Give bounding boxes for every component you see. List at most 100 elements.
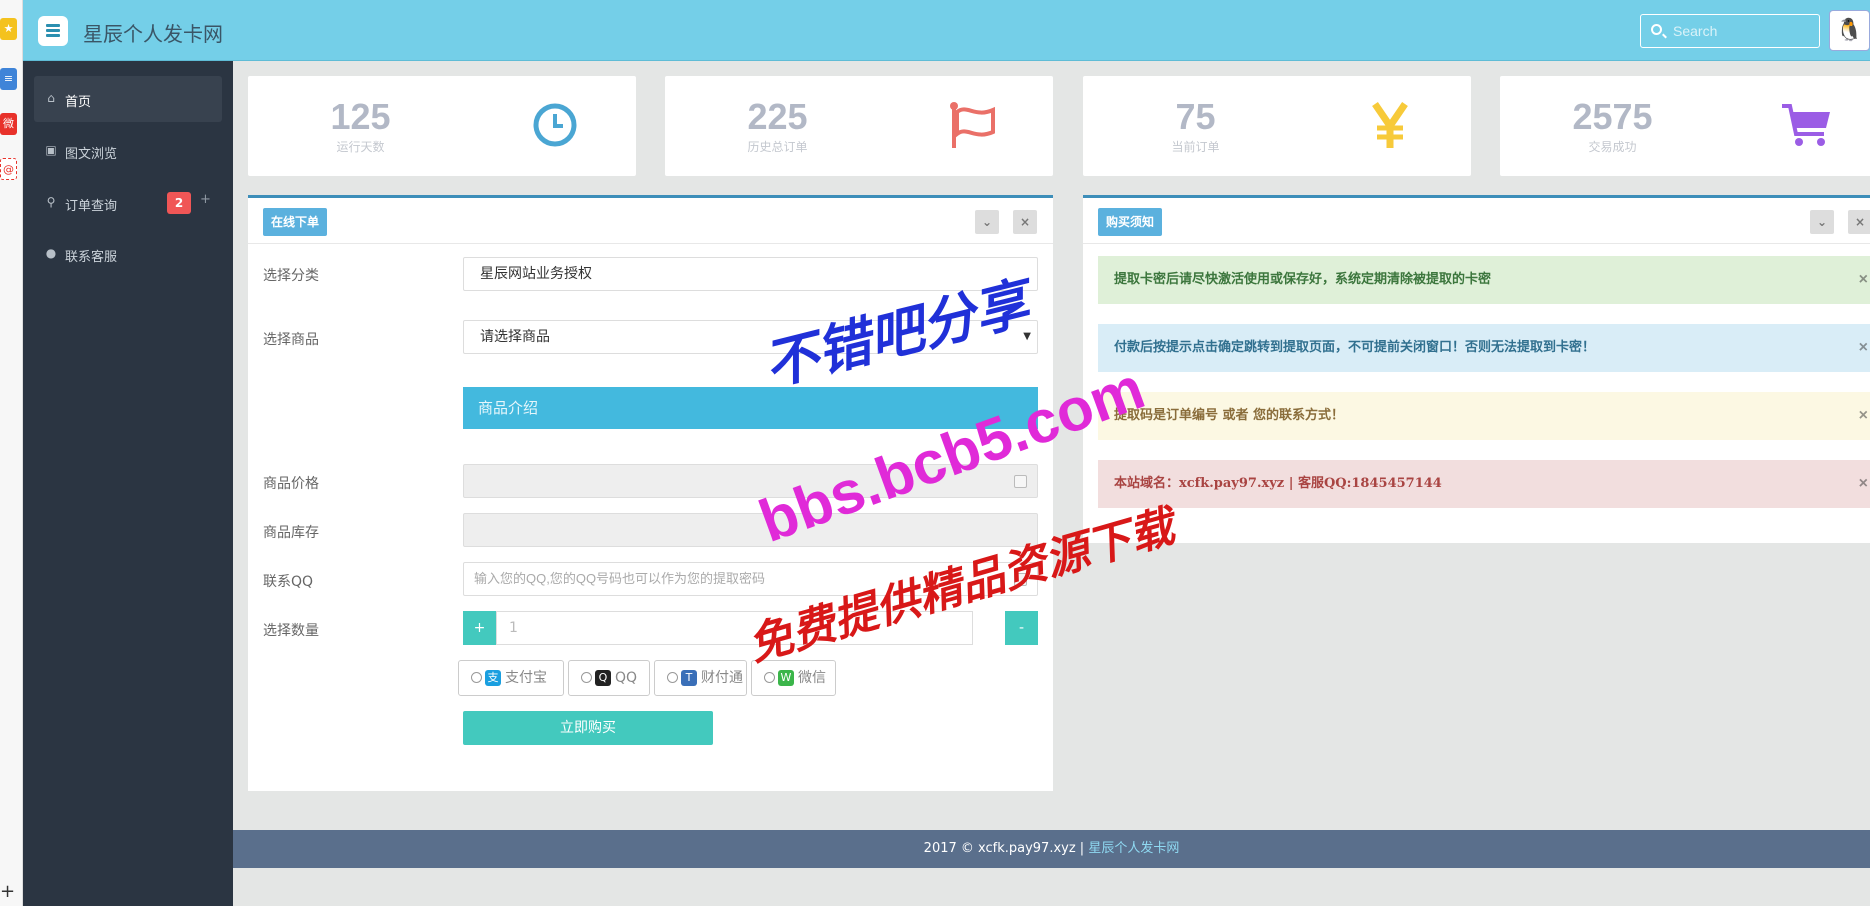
tenpay-icon: T [681,670,697,686]
yen-icon [1372,102,1408,148]
close-icon[interactable]: × [1859,460,1868,508]
stat-label: 交易成功 [1588,140,1637,154]
book-icon [1014,475,1027,488]
mail-icon[interactable]: @ [0,158,17,180]
sidebar-item-order-query[interactable]: ⚲ 订单查询 2 + [34,180,222,226]
stat-label: 当前订单 [1171,140,1220,154]
sidebar: ⌂ 首页 ▣ 图文浏览 ⚲ 订单查询 2 + ● 联系客服 [23,61,233,906]
clock-icon [533,103,577,147]
radio-button[interactable] [667,672,678,683]
alert-success: 提取卡密后请尽快激活使用或保存好，系统定期清除被提取的卡密 × [1098,256,1870,304]
browser-sidebar-strip: ★ ≡ 微 @ + [0,0,23,906]
panel-divider [248,243,1053,244]
payment-label: 财付通 [701,670,743,686]
quantity-increase-button[interactable]: + [463,611,496,645]
image-icon: ▣ [45,143,57,157]
radio-button[interactable] [471,672,482,683]
weibo-icon[interactable]: 微 [0,113,17,135]
product-label: 选择商品 [263,332,319,348]
alipay-icon: 支 [485,670,501,686]
payment-label: 微信 [798,670,826,686]
price-field [463,464,1038,498]
quantity-input[interactable]: 1 [496,611,973,645]
radio-button[interactable] [764,672,775,683]
stat-value: 225 [747,96,808,137]
close-button[interactable]: × [1848,210,1870,234]
qq-field[interactable] [463,562,1038,596]
close-icon[interactable]: × [1859,392,1868,440]
close-icon[interactable]: × [1859,324,1868,372]
home-icon: ⌂ [47,91,55,105]
alert-warning: 提取码是订单编号 或者 您的联系方式！ × [1098,392,1870,440]
user-avatar[interactable]: 🐧 [1829,10,1870,51]
price-label: 商品价格 [263,476,319,492]
collapse-button[interactable]: ⌄ [975,210,999,234]
quantity-label: 选择数量 [263,623,319,639]
search-box[interactable] [1640,14,1820,48]
book-icon [1014,573,1027,586]
search-input[interactable] [1673,21,1813,41]
menu-toggle-button[interactable] [38,16,68,46]
category-select-value: 星辰网站业务授权 [480,266,592,282]
stock-label: 商品库存 [263,525,319,541]
collapse-button[interactable]: ⌄ [1810,210,1834,234]
payment-label: QQ [615,670,638,686]
qq-icon: Q [595,670,611,686]
footer: 2017 © xcfk.pay97.xyz | 星辰个人发卡网 [233,830,1870,868]
sidebar-item-label: 订单查询 [65,199,118,214]
sidebar-item-gallery[interactable]: ▣ 图文浏览 [34,128,222,174]
category-select[interactable]: 星辰网站业务授权 [463,257,1038,291]
sidebar-item-label: 首页 [65,95,92,110]
stat-label: 历史总订单 [747,140,808,154]
stat-card-run-days: 125 运行天数 [248,76,636,176]
user-icon: ● [45,246,57,260]
alert-text: 付款后按提示点击确定跳转到提取页面，不可提前关闭窗口！否则无法提取到卡密！ [1114,340,1596,355]
payment-option-qq[interactable]: Q QQ [568,660,650,696]
notice-panel: 购买须知 ⌄ × 提取卡密后请尽快激活使用或保存好，系统定期清除被提取的卡密 ×… [1083,195,1870,543]
alert-info: 付款后按提示点击确定跳转到提取页面，不可提前关闭窗口！否则无法提取到卡密！ × [1098,324,1870,372]
sidebar-item-label: 联系客服 [65,250,118,265]
radio-button[interactable] [581,672,592,683]
stat-value: 75 [1175,96,1216,137]
wechat-icon: W [778,670,794,686]
qq-input[interactable] [474,571,994,586]
panel-title: 购买须知 [1098,208,1163,236]
sidebar-item-support[interactable]: ● 联系客服 [34,231,222,277]
flag-icon [950,102,995,148]
site-title[interactable]: 星辰个人发卡网 [83,18,223,47]
alert-text: 提取码是订单编号 或者 您的联系方式！ [1114,408,1345,423]
stat-card-successful-trades: 2575 交易成功 [1500,76,1870,176]
payment-option-tenpay[interactable]: T 财付通 [654,660,747,696]
stat-card-total-orders: 225 历史总订单 [665,76,1053,176]
stat-card-current-orders: 75 当前订单 [1083,76,1471,176]
product-intro-bar: 商品介绍 [463,387,1038,429]
search-icon: ⚲ [46,195,56,209]
document-icon[interactable]: ≡ [0,68,17,90]
top-header: 星辰个人发卡网 🐧 [23,0,1870,61]
category-label: 选择分类 [263,268,319,284]
alert-text: 提取卡密后请尽快激活使用或保存好，系统定期清除被提取的卡密 [1114,272,1492,287]
payment-option-alipay[interactable]: 支 支付宝 [458,660,564,696]
sidebar-item-home[interactable]: ⌂ 首页 [34,76,222,122]
stat-value: 125 [330,96,391,137]
stock-field [463,513,1038,547]
expand-plus-icon[interactable]: + [200,192,211,207]
close-icon[interactable]: × [1859,256,1868,304]
cart-icon [1782,104,1830,146]
footer-site-link[interactable]: 星辰个人发卡网 [1088,841,1179,856]
product-select[interactable]: 请选择商品 ▼ [463,320,1038,354]
quantity-decrease-button[interactable]: - [1005,611,1038,645]
payment-option-wechat[interactable]: W 微信 [751,660,836,696]
panel-title: 在线下单 [263,208,328,236]
buy-now-button[interactable]: 立即购买 [463,711,713,745]
payment-label: 支付宝 [505,670,547,686]
order-count-badge: 2 [167,192,191,214]
close-button[interactable]: × [1013,210,1037,234]
alert-text: 本站域名：xcfk.pay97.xyz | 客服QQ:1845457144 [1114,476,1442,491]
star-icon[interactable]: ★ [0,18,17,40]
alert-danger: 本站域名：xcfk.pay97.xyz | 客服QQ:1845457144 × [1098,460,1870,508]
product-select-value: 请选择商品 [480,329,550,345]
add-icon[interactable]: + [0,881,15,902]
order-panel: 在线下单 ⌄ × 选择分类 星辰网站业务授权 选择商品 请选择商品 ▼ 商品介绍… [248,195,1053,791]
footer-copyright: 2017 © xcfk.pay97.xyz | [923,841,1089,856]
